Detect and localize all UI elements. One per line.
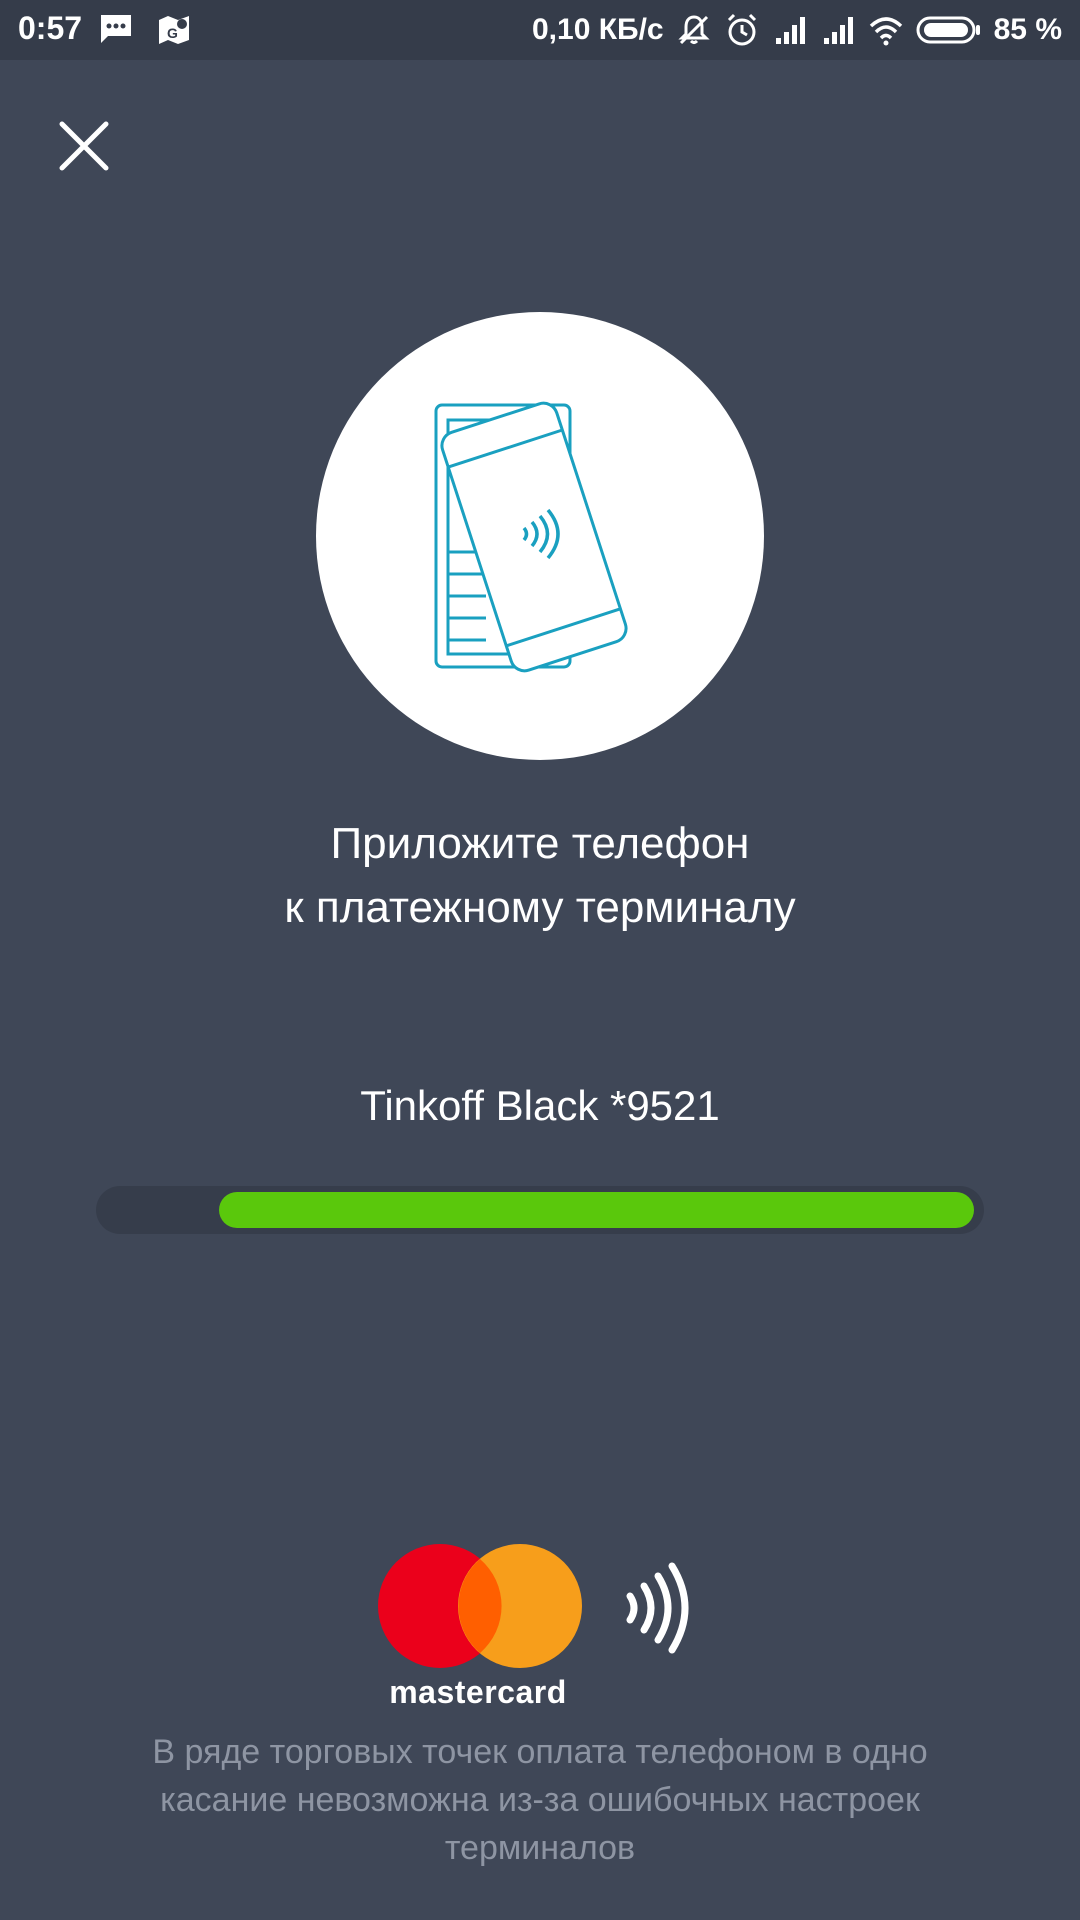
instruction-line-2: к платежному терминалу [284,883,796,932]
phone-on-terminal-icon [434,401,628,673]
status-time: 0:57 [18,10,83,46]
progress-fill [219,1192,974,1228]
network-speed: 0,10 КБ/с [531,13,664,46]
close-icon[interactable] [52,114,116,178]
battery-percent: 85 % [993,13,1062,46]
instruction-text: Приложите телефон к платежному терминалу [0,812,1080,940]
alarm-icon [727,13,756,46]
status-bar: 0:57 G 0,10 КБ/с 85 % [0,0,1080,60]
contactless-icon [626,1562,689,1654]
mastercard-logo: mastercard [378,1544,588,1712]
message-icon [101,15,131,43]
battery-icon [916,16,980,44]
payment-screen: 0:57 G 0,10 КБ/с 85 % Приложите телефон … [0,0,1080,1920]
card-name: Tinkoff Black *9521 [360,1082,720,1129]
mastercard-wordmark: mastercard [389,1674,567,1710]
instruction-line-1: Приложите телефон [330,819,750,868]
illustration-circle [316,312,764,760]
mute-icon [677,15,710,45]
signal-icon [775,17,805,44]
status-right-group: 0,10 КБ/с 85 % [532,10,1062,50]
signal-icon [823,17,853,44]
wifi-icon [869,17,902,46]
mastercard-circles-icon [378,1544,582,1668]
maps-icon: G [159,16,189,44]
disclaimer-text: В ряде торговых точек оплата телефоном в… [152,1733,928,1867]
svg-text:G: G [167,25,178,41]
progress-bar [96,1186,984,1234]
